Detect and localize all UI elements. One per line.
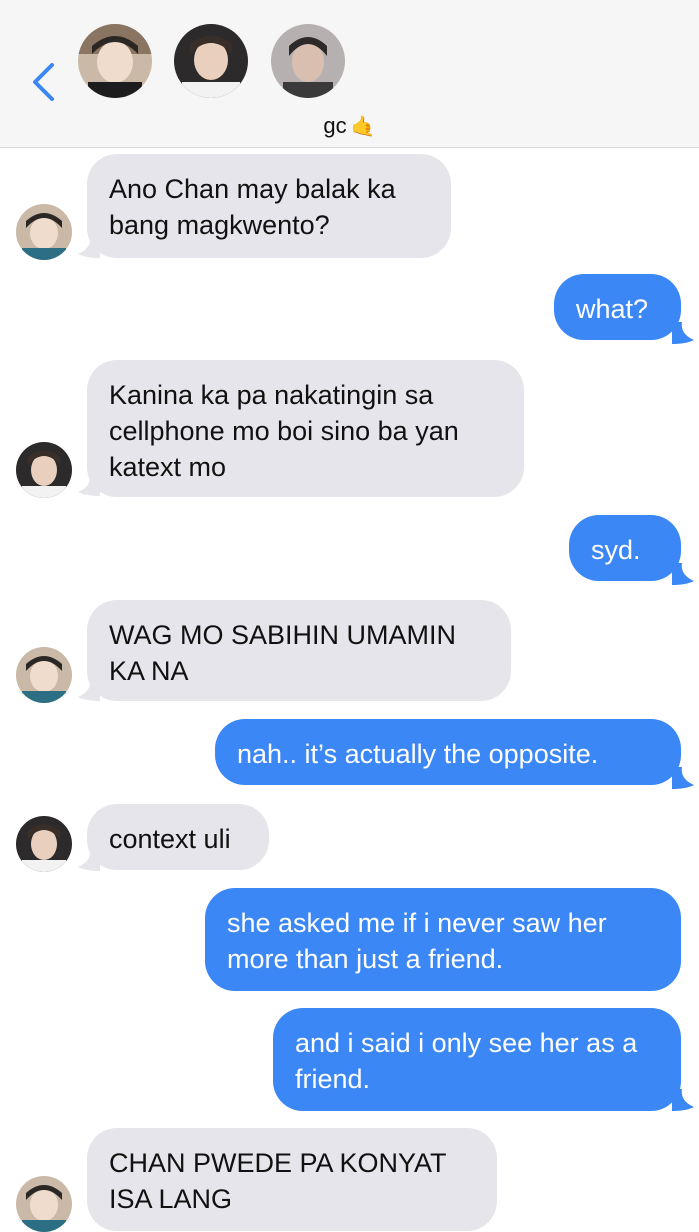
avatar-member-2[interactable] — [174, 24, 248, 98]
bubble-tail — [672, 322, 694, 344]
message-bubble[interactable]: Kanina ka pa nakatingin sa cellphone mo … — [87, 360, 524, 497]
avatar-member-3[interactable] — [271, 24, 345, 98]
message-bubble[interactable]: context uli — [87, 804, 269, 870]
message-bubble[interactable]: and i said i only see her as a friend. — [273, 1008, 681, 1111]
message-bubble[interactable]: Ano Chan may balak ka bang magkwento? — [87, 154, 451, 258]
sender-avatar[interactable] — [16, 647, 72, 703]
call-me-hand-icon: 🤙 — [350, 116, 376, 138]
avatar-member-1[interactable] — [78, 24, 152, 98]
message-bubble[interactable]: she asked me if i never saw her more tha… — [205, 888, 681, 991]
message-bubble[interactable]: what? — [554, 274, 681, 340]
sender-avatar[interactable] — [16, 442, 72, 498]
chevron-left-icon[interactable] — [30, 62, 56, 102]
group-name[interactable]: gc 🤙 — [0, 113, 699, 139]
message-bubble[interactable]: nah.. it’s actually the opposite. — [215, 719, 681, 785]
message-bubble[interactable]: CHAN PWEDE PA KONYAT ISA LANG — [87, 1128, 497, 1231]
conversation-header: gc 🤙 — [0, 0, 699, 148]
sender-avatar[interactable] — [16, 816, 72, 872]
sender-avatar[interactable] — [16, 204, 72, 260]
bubble-tail — [672, 1089, 694, 1111]
bubble-tail — [672, 767, 694, 789]
message-bubble[interactable]: syd. — [569, 515, 681, 581]
message-bubble[interactable]: WAG MO SABIHIN UMAMIN KA NA — [87, 600, 511, 701]
bubble-tail — [672, 563, 694, 585]
sender-avatar[interactable] — [16, 1176, 72, 1232]
